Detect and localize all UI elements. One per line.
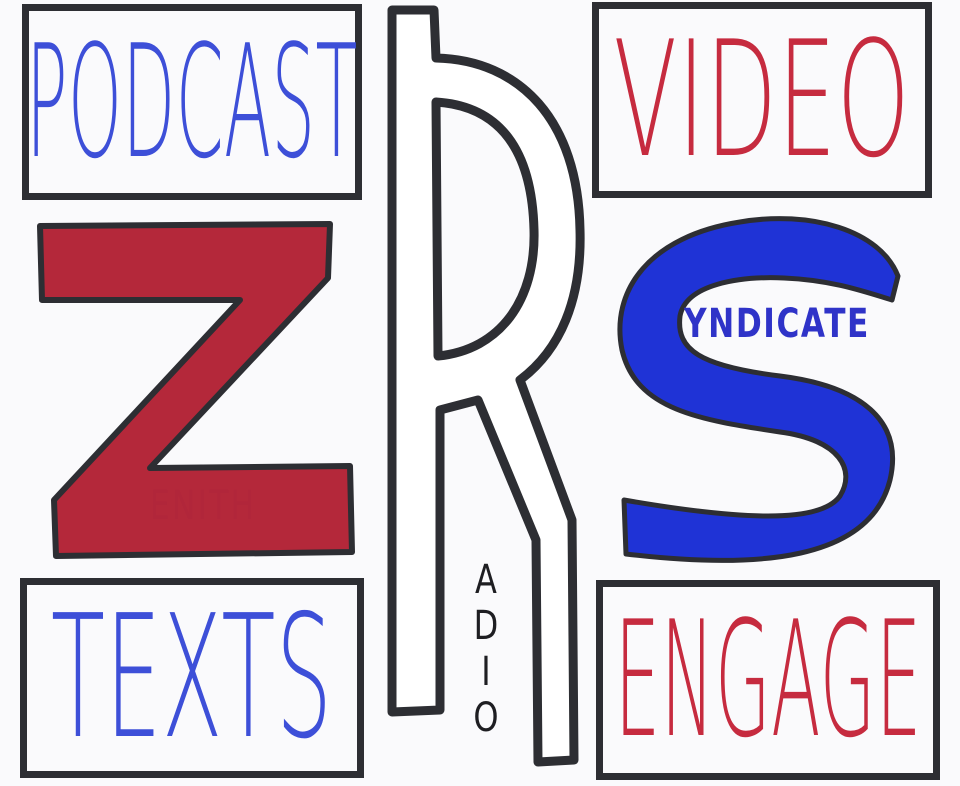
texts-box: TEXTS <box>20 578 364 778</box>
engage-box: ENGAGE <box>596 580 940 780</box>
texts-label: TEXTS <box>51 579 333 777</box>
zrs-logo-drawing: PODCAST VIDEO TEXTS ENGAGE ENITH YNDICAT… <box>0 0 960 786</box>
video-label: VIDEO <box>613 6 911 193</box>
engage-label: ENGAGE <box>614 586 922 773</box>
radio-letter-i: I <box>481 649 491 695</box>
radio-letter-o: O <box>473 695 499 741</box>
letter-s-shape <box>617 216 901 563</box>
podcast-label: PODCAST <box>26 11 358 193</box>
video-box: VIDEO <box>592 2 932 198</box>
syndicate-suffix: YNDICATE <box>684 301 870 347</box>
radio-letter-a: A <box>475 557 497 603</box>
podcast-box: PODCAST <box>22 4 362 200</box>
radio-letter-d: D <box>473 603 499 649</box>
zenith-suffix: ENITH <box>150 483 257 529</box>
